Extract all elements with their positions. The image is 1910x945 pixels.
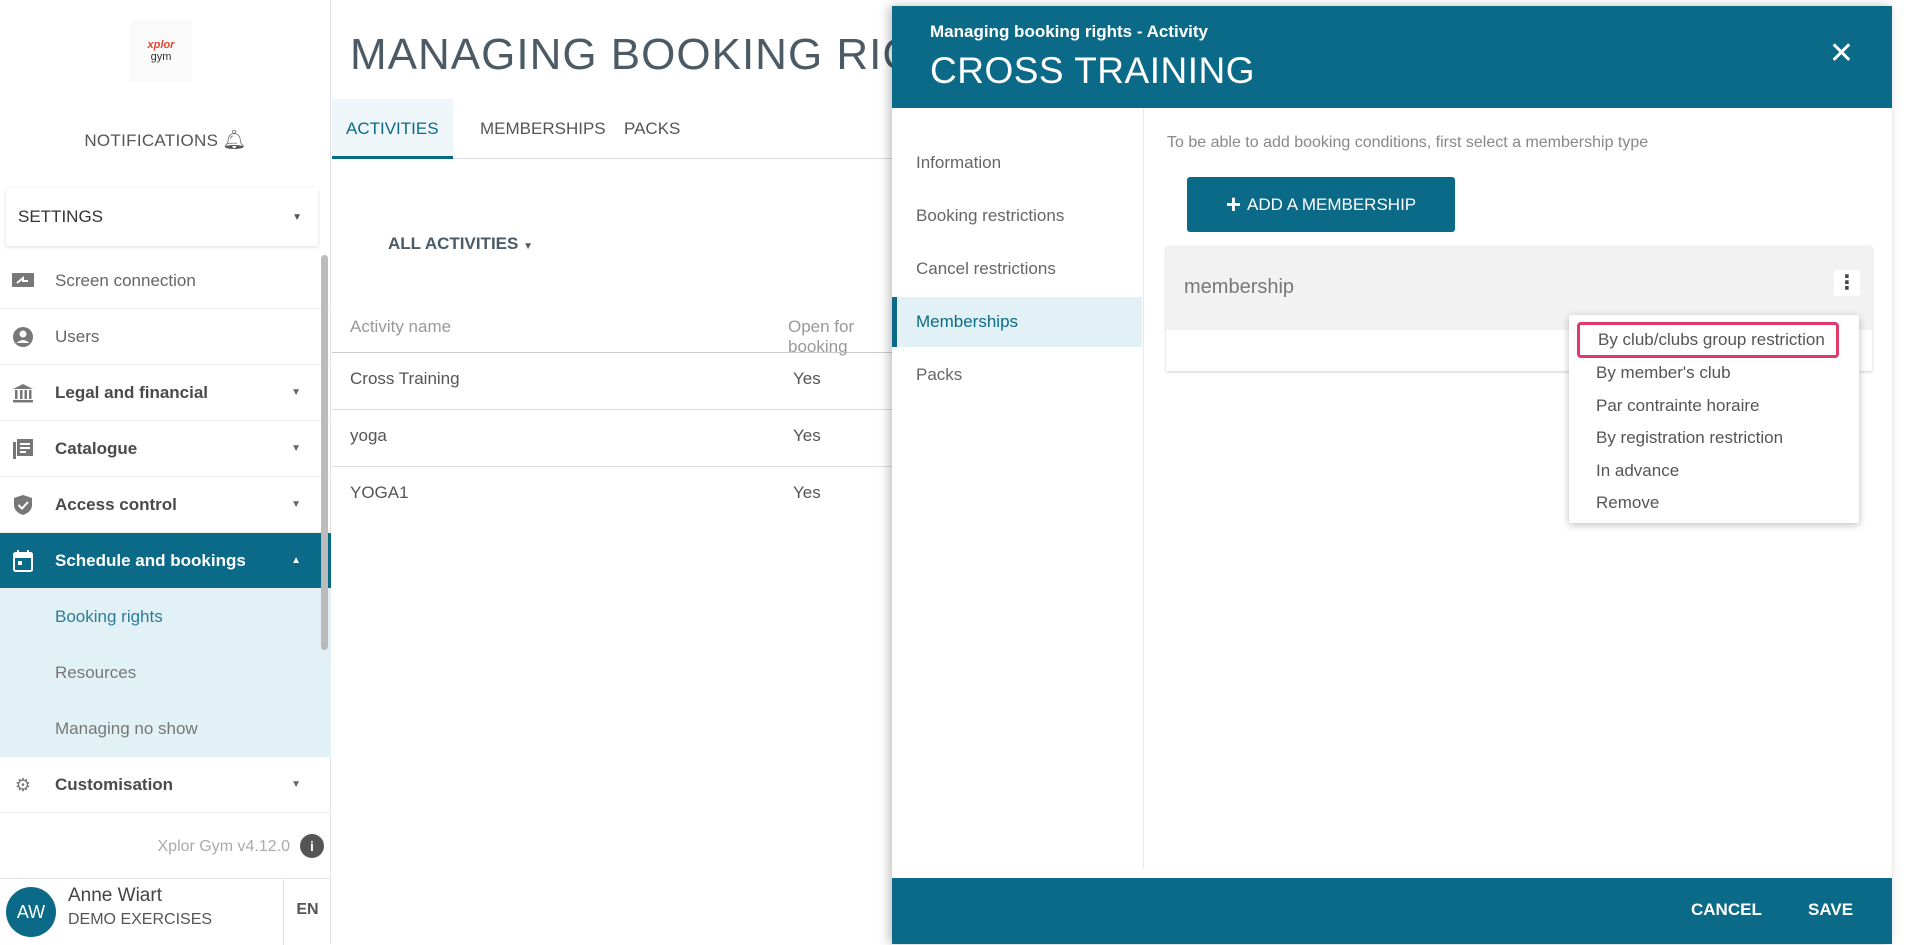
panel-nav: Information Booking restrictions Cancel …: [892, 108, 1144, 868]
bell-icon: 🔔︎: [222, 130, 247, 151]
user-club: DEMO EXERCISES: [68, 911, 213, 928]
kebab-menu-icon[interactable]: ⋮: [1834, 270, 1860, 296]
table-header: Activity name Open for booking: [332, 305, 892, 356]
caret-down-icon: ▼: [523, 241, 533, 252]
caret-down-icon: ▼: [291, 443, 301, 454]
settings-label: SETTINGS: [18, 207, 104, 226]
activities-filter-dropdown[interactable]: ALL ACTIVITIES ▼: [388, 234, 533, 254]
caret-up-icon: ▲: [291, 555, 301, 566]
user-icon: [10, 325, 36, 349]
open-for-booking-value: Yes: [793, 483, 821, 502]
menu-item-members-club[interactable]: By member's club: [1569, 363, 1859, 383]
panel-subtitle: Managing booking rights - Activity: [930, 22, 1208, 41]
caret-down-icon: ▼: [292, 211, 302, 223]
sidebar-item-label: Legal and financial: [55, 382, 209, 402]
open-for-booking-value: Yes: [793, 426, 821, 445]
add-membership-button[interactable]: + ADD A MEMBERSHIP: [1187, 177, 1455, 232]
menu-item-remove[interactable]: Remove: [1569, 493, 1859, 513]
cancel-button[interactable]: CANCEL: [1691, 900, 1762, 920]
gear-icon: ⚙: [14, 774, 32, 795]
plus-icon: +: [1225, 189, 1242, 219]
notifications-label: NOTIFICATIONS: [84, 131, 219, 150]
caret-down-icon: ▼: [291, 499, 301, 510]
avatar[interactable]: AW: [6, 887, 56, 937]
bank-icon: [10, 381, 36, 405]
activities-filter-label: ALL ACTIVITIES: [388, 234, 519, 253]
info-icon[interactable]: i: [300, 834, 324, 858]
sidebar-menu: Screen connection Users Legal and financ…: [0, 253, 331, 813]
activity-name: YOGA1: [350, 483, 409, 502]
menu-item-in-advance[interactable]: In advance: [1569, 461, 1859, 481]
sidebar-item-catalogue[interactable]: Catalogue ▼: [0, 421, 331, 477]
open-for-booking-value: Yes: [793, 369, 821, 388]
sidebar-item-label: Resources: [55, 663, 137, 682]
sidebar-subitem-resources[interactable]: Resources: [0, 645, 331, 701]
tab-packs[interactable]: PACKS: [610, 99, 694, 159]
sidebar-subitem-booking-rights[interactable]: Booking rights: [0, 589, 331, 645]
table-row[interactable]: yoga Yes: [332, 410, 892, 467]
app-logo[interactable]: xplor gym: [130, 20, 192, 82]
sidebar-item-label: Catalogue: [55, 438, 138, 458]
logo-line2: gym: [150, 51, 172, 63]
sidebar-item-access-control[interactable]: Access control ▼: [0, 477, 331, 533]
menu-item-time-constraint[interactable]: Par contrainte horaire: [1569, 396, 1859, 416]
app-version: Xplor Gym v4.12.0: [157, 838, 291, 855]
sidebar-scrollbar[interactable]: [321, 255, 328, 650]
sidebar-item-users[interactable]: Users: [0, 309, 331, 365]
sidebar: xplor gym NOTIFICATIONS 🔔︎ SETTINGS ▼ Scr…: [0, 0, 331, 945]
sidebar-item-label: Customisation: [55, 774, 174, 794]
add-membership-label: ADD A MEMBERSHIP: [1247, 194, 1417, 214]
sidebar-item-schedule-and-bookings[interactable]: Schedule and bookings ▲: [0, 533, 331, 589]
caret-down-icon: ▼: [291, 779, 301, 790]
sidebar-item-label: Screen connection: [55, 270, 196, 290]
panel-nav-information[interactable]: Information: [892, 138, 1142, 188]
sidebar-subitem-managing-no-show[interactable]: Managing no show: [0, 701, 331, 757]
logo-line1: xplor: [147, 39, 175, 51]
notifications-link[interactable]: NOTIFICATIONS 🔔︎: [0, 128, 331, 152]
close-icon[interactable]: ✕: [1829, 36, 1854, 71]
sidebar-item-label: Managing no show: [55, 719, 198, 738]
settings-dropdown[interactable]: SETTINGS ▼: [6, 188, 318, 246]
booking-rights-panel: Managing booking rights - Activity CROSS…: [892, 6, 1892, 944]
save-button[interactable]: SAVE: [1808, 900, 1853, 920]
activities-table: Activity name Open for booking Cross Tra…: [332, 305, 892, 524]
catalogue-icon: [10, 437, 36, 461]
sidebar-item-label: Users: [55, 326, 100, 346]
panel-nav-packs[interactable]: Packs: [892, 350, 1142, 400]
main-tabs: ACTIVITIES MEMBERSHIPS PACKS: [332, 99, 892, 159]
table-row[interactable]: YOGA1 Yes: [332, 467, 892, 524]
tab-memberships[interactable]: MEMBERSHIPS: [466, 99, 620, 159]
menu-item-club-group-restriction[interactable]: By club/clubs group restriction: [1577, 322, 1839, 358]
panel-nav-memberships[interactable]: Memberships: [892, 297, 1142, 347]
user-area: AW Anne Wiart DEMO EXERCISES EN: [0, 878, 331, 945]
sidebar-item-label: Schedule and bookings: [55, 550, 246, 570]
table-row[interactable]: Cross Training Yes: [332, 353, 892, 410]
sidebar-item-customisation[interactable]: ⚙ Customisation ▼: [0, 757, 331, 813]
activity-name: Cross Training: [350, 369, 460, 388]
membership-hint: To be able to add booking conditions, fi…: [1167, 134, 1649, 151]
panel-header: Managing booking rights - Activity CROSS…: [892, 6, 1892, 108]
column-header-open-for-booking[interactable]: Open for booking: [788, 317, 892, 357]
panel-title: CROSS TRAINING: [930, 50, 1255, 91]
panel-nav-booking-restrictions[interactable]: Booking restrictions: [892, 191, 1142, 241]
menu-item-registration-restriction[interactable]: By registration restriction: [1569, 428, 1859, 448]
panel-nav-cancel-restrictions[interactable]: Cancel restrictions: [892, 244, 1142, 294]
language-switch[interactable]: EN: [283, 879, 331, 945]
sidebar-item-label: Access control: [55, 494, 177, 514]
activity-name: yoga: [350, 426, 387, 445]
sidebar-item-label: Booking rights: [55, 607, 163, 626]
screen-icon: [10, 269, 36, 293]
membership-options-menu: By club/clubs group restriction By membe…: [1569, 315, 1859, 523]
user-name: Anne Wiart: [68, 885, 162, 906]
panel-footer: CANCEL SAVE: [892, 878, 1892, 944]
calendar-icon: [10, 549, 36, 573]
tab-activities[interactable]: ACTIVITIES: [332, 99, 453, 159]
caret-down-icon: ▼: [291, 387, 301, 398]
sidebar-item-screen-connection[interactable]: Screen connection: [0, 253, 331, 309]
membership-label: membership: [1184, 276, 1295, 298]
sidebar-item-legal-and-financial[interactable]: Legal and financial ▼: [0, 365, 331, 421]
column-header-activity-name[interactable]: Activity name: [350, 317, 451, 337]
shield-icon: [10, 493, 36, 517]
